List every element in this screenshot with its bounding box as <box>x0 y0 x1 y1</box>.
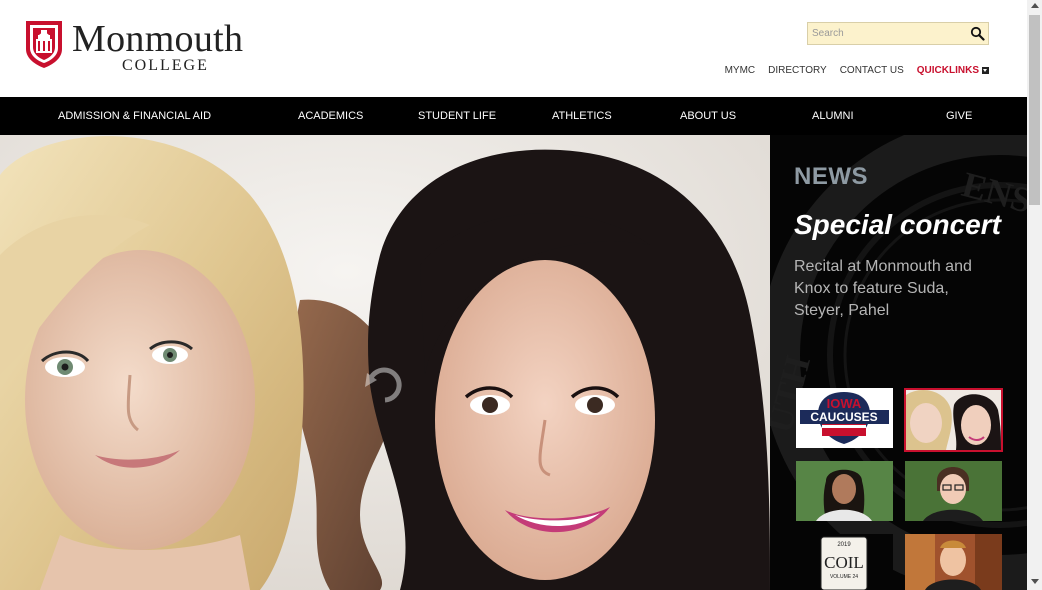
nav-alumni[interactable]: ALUMNI <box>812 97 854 135</box>
seal-watermark-icon: ENSIS UTH <box>770 135 1027 590</box>
svg-text:COIL: COIL <box>824 553 864 572</box>
svg-text:CAUCUSES: CAUCUSES <box>810 410 877 424</box>
monmouth-college-logo[interactable]: Monmouth COLLEGE <box>24 18 264 74</box>
hero-image[interactable] <box>0 135 770 590</box>
nav-give[interactable]: GIVE <box>946 97 972 135</box>
news-summary: Recital at Monmouth and Knox to feature … <box>794 258 972 319</box>
news-thumb-speaker-portrait[interactable] <box>905 534 1002 590</box>
nav-student-life[interactable]: STUDENT LIFE <box>418 97 496 135</box>
portrait-photo-icon <box>905 534 1002 590</box>
nav-athletics[interactable]: ATHLETICS <box>552 97 612 135</box>
svg-text:2019: 2019 <box>837 542 851 548</box>
svg-text:VOLUME 24: VOLUME 24 <box>830 574 858 580</box>
concert-photo-icon <box>906 390 1001 450</box>
link-mymc[interactable]: MYMC <box>725 65 756 76</box>
hero-photo-two-musicians <box>0 135 770 590</box>
quicklinks-label: QUICKLINKS <box>916 65 979 76</box>
dropdown-arrow-icon <box>982 67 989 74</box>
search-box <box>807 22 989 45</box>
news-thumb-special-concert[interactable] <box>904 388 1003 452</box>
search-icon[interactable] <box>970 26 985 41</box>
site-header: Monmouth COLLEGE MYMC DIRECTORY CONTACT … <box>0 0 1027 97</box>
news-label: NEWS <box>794 163 868 190</box>
news-headline[interactable]: Special concert <box>794 209 1001 241</box>
news-thumb-faculty-portrait[interactable] <box>905 461 1002 521</box>
portrait-photo-icon <box>796 461 893 521</box>
scroll-down-arrow-icon[interactable] <box>1031 579 1039 584</box>
utility-links: MYMC DIRECTORY CONTACT US QUICKLINKS <box>725 65 989 76</box>
quicklinks-menu[interactable]: QUICKLINKS <box>917 65 989 76</box>
svg-text:IOWA: IOWA <box>827 396 862 411</box>
scrollbar-thumb[interactable] <box>1029 15 1040 205</box>
nav-academics[interactable]: ACADEMICS <box>298 97 363 135</box>
iowa-caucuses-logo-icon: IOWA CAUCUSES <box>796 388 893 448</box>
scroll-up-arrow-icon[interactable] <box>1031 3 1039 8</box>
news-panel: ENSIS UTH NEWS Special concert Recital a… <box>770 135 1027 590</box>
shield-logo-icon <box>26 21 62 68</box>
nav-about-us[interactable]: ABOUT US <box>680 97 736 135</box>
coil-magazine-cover-icon: 2019 COIL VOLUME 24 <box>796 534 893 590</box>
logo-subtitle: COLLEGE <box>122 57 209 74</box>
page-scrollbar[interactable] <box>1027 0 1042 590</box>
news-thumb-iowa-caucuses[interactable]: IOWA CAUCUSES <box>796 388 893 448</box>
link-directory[interactable]: DIRECTORY <box>768 65 827 76</box>
news-thumb-student-portrait[interactable] <box>796 461 893 521</box>
main-navigation: ADMISSION & FINANCIAL AID ACADEMICS STUD… <box>0 97 1027 135</box>
news-thumb-coil-magazine[interactable]: 2019 COIL VOLUME 24 <box>796 534 893 590</box>
logo-title: Monmouth <box>72 18 244 60</box>
search-input[interactable] <box>812 26 962 41</box>
link-contact-us[interactable]: CONTACT US <box>840 65 904 76</box>
nav-admission-financial-aid[interactable]: ADMISSION & FINANCIAL AID <box>58 97 211 135</box>
portrait-photo-icon <box>905 461 1002 521</box>
